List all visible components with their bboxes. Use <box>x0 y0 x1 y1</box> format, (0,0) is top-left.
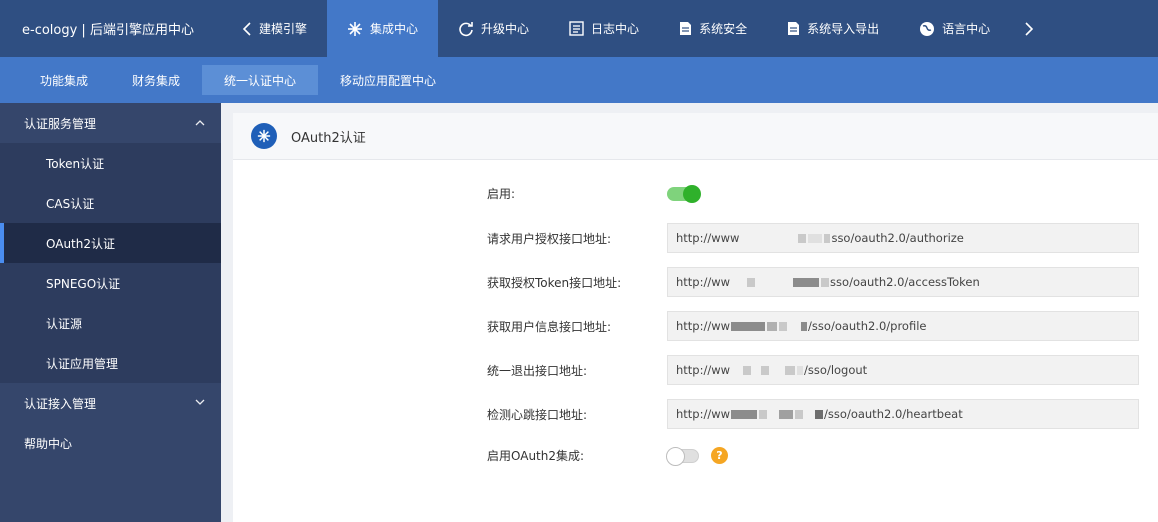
page-title: OAuth2认证 <box>291 130 366 146</box>
tab-language-center[interactable]: 语言中心 <box>899 0 1010 57</box>
profile-url-field[interactable]: http://ww /sso/oauth2.0/profile <box>667 311 1139 341</box>
document-icon <box>787 21 800 36</box>
sidebar-group-auth-access[interactable]: 认证接入管理 <box>0 383 221 423</box>
tab-label: 日志中心 <box>591 22 640 36</box>
snowflake-icon <box>251 123 277 149</box>
refresh-icon <box>458 21 474 37</box>
sidebar-group-help-center[interactable]: 帮助中心 <box>0 423 221 463</box>
form-row-oauth2-integration: 启用OAuth2集成: ? <box>487 446 728 466</box>
url-suffix: /sso/oauth2.0/profile <box>808 319 927 333</box>
form-row-heartbeat: 检测心跳接口地址: http://ww /sso/oauth2.0/heartb… <box>487 399 1139 429</box>
tab-system-import-export[interactable]: 系统导入导出 <box>767 0 899 57</box>
panel-header: OAuth2认证 <box>233 113 1158 160</box>
heartbeat-url-label: 检测心跳接口地址: <box>487 407 588 422</box>
token-url-label: 获取授权Token接口地址: <box>487 275 622 290</box>
url-prefix: http://ww <box>676 319 731 333</box>
subtab-unified-auth-center[interactable]: 统一认证中心 <box>202 65 319 95</box>
chevron-up-icon <box>195 118 205 129</box>
oauth2-integration-label: 启用OAuth2集成: <box>487 449 585 463</box>
sidebar-group-label: 帮助中心 <box>24 436 73 451</box>
profile-url-label: 获取用户信息接口地址: <box>487 319 612 334</box>
subtab-mobile-app-config[interactable]: 移动应用配置中心 <box>318 65 458 95</box>
main-content: OAuth2认证 启用: 请求用户授权接口地址: http://www sso/… <box>221 103 1158 522</box>
tab-label: 集成中心 <box>370 22 419 36</box>
form-row-enable: 启用: <box>487 184 701 203</box>
tab-label: 建模引擎 <box>259 22 308 36</box>
top-nav-bar: e-cology | 后端引擎应用中心 建模引擎 集成中心 升级中心 日志中心 <box>0 0 1158 57</box>
form-row-token: 获取授权Token接口地址: http://ww sso/oauth2.0/ac… <box>487 267 1139 297</box>
oauth2-integration-toggle[interactable] <box>666 446 699 466</box>
form-row-logout: 统一退出接口地址: http://ww /sso/logout <box>487 355 1139 385</box>
chevron-down-icon <box>195 398 205 409</box>
authorize-url-field[interactable]: http://www sso/oauth2.0/authorize <box>667 223 1139 253</box>
tab-log-center[interactable]: 日志中心 <box>549 0 659 57</box>
sidebar: 认证服务管理 Token认证 CAS认证 OAuth2认证 SPNEGO认证 认… <box>0 103 221 522</box>
tab-upgrade-center[interactable]: 升级中心 <box>438 0 549 57</box>
url-suffix: sso/oauth2.0/authorize <box>831 231 964 245</box>
sidebar-group-label: 认证接入管理 <box>24 396 97 411</box>
sidebar-item-spnego-auth[interactable]: SPNEGO认证 <box>0 263 221 303</box>
url-prefix: http://ww <box>676 407 731 421</box>
globe-icon <box>919 21 935 37</box>
url-suffix: /sso/oauth2.0/heartbeat <box>824 407 963 421</box>
sidebar-item-oauth2-auth[interactable]: OAuth2认证 <box>0 223 221 263</box>
app-title: e-cology | 后端引擎应用中心 <box>22 23 194 38</box>
logout-url-label: 统一退出接口地址: <box>487 363 588 378</box>
tab-system-security[interactable]: 系统安全 <box>659 0 767 57</box>
subtab-finance-integration[interactable]: 财务集成 <box>110 65 202 95</box>
url-suffix: sso/oauth2.0/accessToken <box>830 275 980 289</box>
snowflake-icon <box>347 21 363 37</box>
url-prefix: http://ww <box>676 363 731 377</box>
url-suffix: /sso/logout <box>804 363 868 377</box>
tab-label: 语言中心 <box>942 22 991 36</box>
form-row-authorize: 请求用户授权接口地址: http://www sso/oauth2.0/auth… <box>487 223 1139 253</box>
sidebar-item-token-auth[interactable]: Token认证 <box>0 143 221 183</box>
heartbeat-url-field[interactable]: http://ww /sso/oauth2.0/heartbeat <box>667 399 1139 429</box>
subtab-function-integration[interactable]: 功能集成 <box>18 65 110 95</box>
form-row-profile: 获取用户信息接口地址: http://ww /sso/oauth2.0/prof… <box>487 311 1139 341</box>
url-prefix: http://www <box>676 231 740 245</box>
document-icon <box>679 21 692 36</box>
sidebar-group-label: 认证服务管理 <box>24 116 97 131</box>
sidebar-item-auth-source[interactable]: 认证源 <box>0 303 221 343</box>
chevron-right-icon[interactable] <box>1010 0 1048 57</box>
sidebar-item-auth-app-management[interactable]: 认证应用管理 <box>0 343 221 383</box>
logout-url-field[interactable]: http://ww /sso/logout <box>667 355 1139 385</box>
authorize-url-label: 请求用户授权接口地址: <box>487 231 612 246</box>
log-icon <box>569 21 584 36</box>
enable-label: 启用: <box>487 187 516 201</box>
tab-label: 升级中心 <box>481 22 530 36</box>
tab-label: 系统安全 <box>699 22 748 36</box>
help-icon[interactable]: ? <box>711 447 728 464</box>
sidebar-group-auth-service[interactable]: 认证服务管理 <box>0 103 221 143</box>
tab-modeling-engine[interactable]: 建模引擎 <box>222 0 327 57</box>
tab-label: 系统导入导出 <box>807 22 880 36</box>
top-tabs: 建模引擎 集成中心 升级中心 日志中心 系统安全 系统导入导出 语言中心 <box>222 0 1010 57</box>
token-url-field[interactable]: http://ww sso/oauth2.0/accessToken <box>667 267 1139 297</box>
enable-toggle[interactable] <box>667 184 701 203</box>
url-prefix: http://ww <box>676 275 731 289</box>
tab-integration-center[interactable]: 集成中心 <box>327 0 439 57</box>
chevron-left-icon <box>242 21 252 36</box>
sub-nav-bar: 功能集成 财务集成 统一认证中心 移动应用配置中心 <box>0 57 1158 103</box>
sidebar-item-cas-auth[interactable]: CAS认证 <box>0 183 221 223</box>
